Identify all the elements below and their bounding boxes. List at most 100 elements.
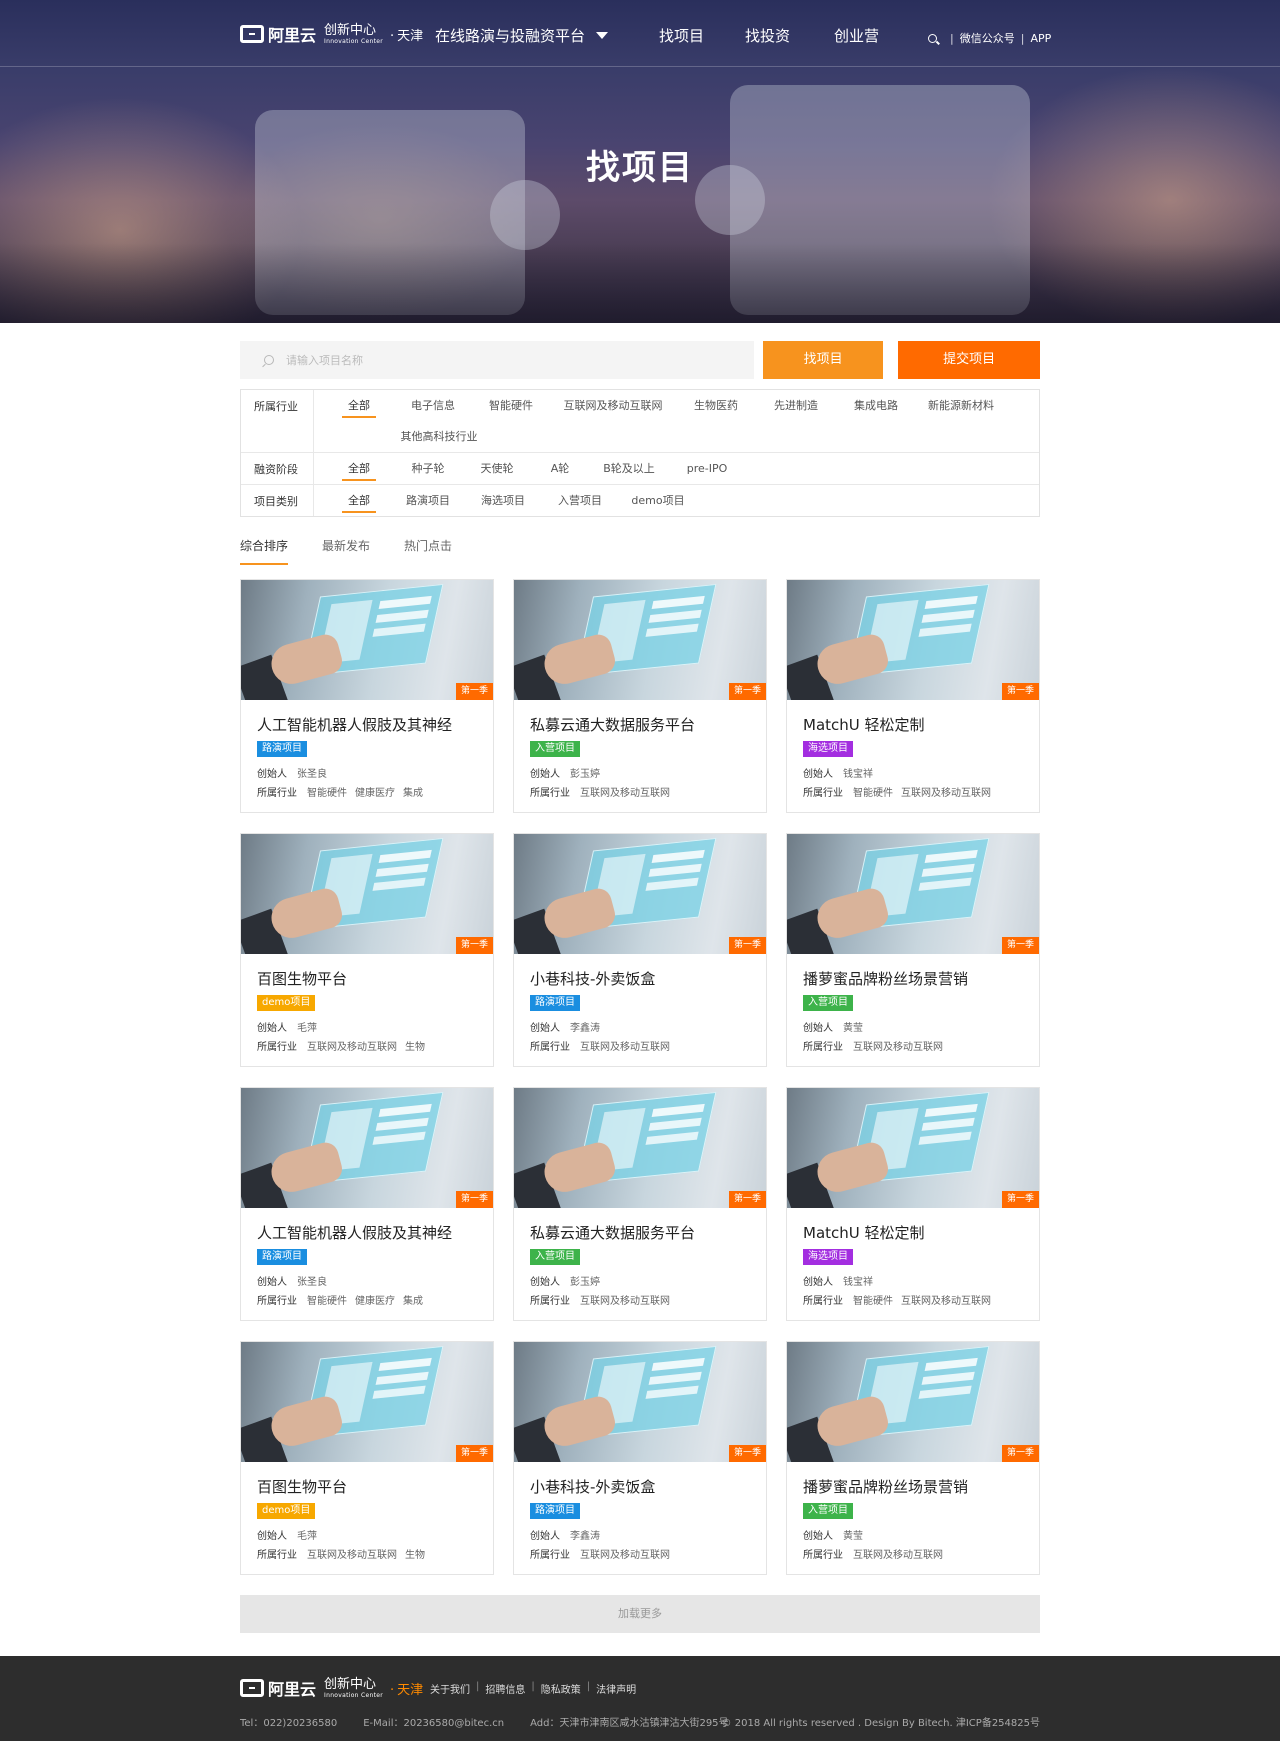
project-card[interactable]: 第一季 私募云通大数据服务平台 入营项目 创始人 彭玉婷 所属行业 互联网及移动互联… xyxy=(513,1087,767,1321)
logo-text: 阿里云 xyxy=(268,1680,317,1699)
founder-label: 创始人 xyxy=(530,1023,560,1034)
filter-option[interactable]: 智能硬件 xyxy=(472,390,550,421)
filter-option[interactable]: 天使轮 xyxy=(462,453,532,484)
project-title[interactable]: 人工智能机器人假肢及其神经 xyxy=(257,1222,493,1243)
founder-line: 创始人 李鑫涛 xyxy=(530,1527,766,1542)
founder-label: 创始人 xyxy=(530,1531,560,1542)
project-title[interactable]: 小巷科技-外卖饭盒 xyxy=(530,1476,766,1497)
tab-latest[interactable]: 最新发布 xyxy=(322,535,370,565)
project-title[interactable]: 小巷科技-外卖饭盒 xyxy=(530,968,766,989)
project-card[interactable]: 第一季 人工智能机器人假肢及其神经 路演项目 创始人 张圣良 所属行业 智能硬件 健康… xyxy=(240,1087,494,1321)
filter-option[interactable]: 路演项目 xyxy=(394,485,462,516)
founder-name: 彭玉婷 xyxy=(570,1277,600,1288)
search-icon[interactable] xyxy=(928,33,937,43)
top-navigation: 阿里云 创新中心 Innovation Center · 天津 在线路演与投融资平… xyxy=(0,0,1280,67)
search-input[interactable] xyxy=(286,353,686,367)
nav-startup-camp[interactable]: 创业营 xyxy=(834,25,879,46)
filter-option[interactable]: 电子信息 xyxy=(394,390,472,421)
submit-project-button[interactable]: 提交项目 xyxy=(898,341,1041,379)
project-card[interactable]: 第一季 MatchU 轻松定制 海选项目 创始人 钱宝祥 所属行业 智能硬件 互联网及… xyxy=(786,579,1040,813)
card-body: MatchU 轻松定制 海选项目 创始人 钱宝祥 所属行业 智能硬件 互联网及移动互联… xyxy=(787,700,1039,799)
filter-option[interactable]: 种子轮 xyxy=(394,453,462,484)
industry-value: 互联网及移动互联网 xyxy=(853,1042,943,1053)
filter-option-active[interactable]: 全部 xyxy=(324,390,394,421)
logo[interactable]: 阿里云 创新中心 Innovation Center · 天津 xyxy=(240,22,423,46)
project-card[interactable]: 第一季 小巷科技-外卖饭盒 路演项目 创始人 李鑫涛 所属行业 互联网及移动互联网 xyxy=(513,1341,767,1575)
filter-label: 所属行业 xyxy=(241,390,314,452)
founder-label: 创始人 xyxy=(530,1277,560,1288)
find-project-button[interactable]: 找项目 xyxy=(763,341,884,379)
platform-dropdown[interactable]: 在线路演与投融资平台 xyxy=(435,25,609,46)
filter-option[interactable]: 集成电路 xyxy=(836,390,916,421)
header-utilities: | 微信公众号 | APP xyxy=(928,30,1051,46)
filter-option[interactable]: 入营项目 xyxy=(544,485,616,516)
tab-hot[interactable]: 热门点击 xyxy=(404,535,452,565)
project-thumbnail: 第一季 xyxy=(241,1088,493,1208)
founder-name: 毛萍 xyxy=(297,1023,317,1034)
founder-label: 创始人 xyxy=(803,1531,833,1542)
project-category-tag: 入营项目 xyxy=(803,995,853,1011)
card-body: 播萝蜜品牌粉丝场景营销 入营项目 创始人 黄莹 所属行业 互联网及移动互联网 xyxy=(787,1462,1039,1561)
footer-link-legal[interactable]: 法律声明 xyxy=(596,1681,636,1696)
founder-label: 创始人 xyxy=(257,1531,287,1542)
footer-copyright: © 2018 All rights reserved . Design By B… xyxy=(721,1718,1040,1729)
filter-option[interactable]: B轮及以上 xyxy=(588,453,670,484)
project-title[interactable]: 私募云通大数据服务平台 xyxy=(530,714,766,735)
filter-option[interactable]: 新能源新材料 xyxy=(916,390,1006,421)
filter-option[interactable]: 先进制造 xyxy=(756,390,836,421)
footer-links: 关于我们 | 招聘信息 | 隐私政策 | 法律声明 xyxy=(430,1681,636,1696)
tab-comprehensive[interactable]: 综合排序 xyxy=(240,535,289,565)
season-badge: 第一季 xyxy=(1002,937,1039,954)
filter-option[interactable]: 互联网及移动互联网 xyxy=(550,390,676,421)
footer-link-jobs[interactable]: 招聘信息 xyxy=(485,1681,525,1696)
project-card[interactable]: 第一季 MatchU 轻松定制 海选项目 创始人 钱宝祥 所属行业 智能硬件 互联网及… xyxy=(786,1087,1040,1321)
industry-line: 所属行业 互联网及移动互联网 生物 xyxy=(257,1038,493,1053)
project-title[interactable]: 播萝蜜品牌粉丝场景营销 xyxy=(803,1476,1039,1497)
filter-option[interactable]: pre-IPO xyxy=(670,453,744,484)
filter-option[interactable]: 其他高科技行业 xyxy=(394,421,484,452)
wechat-link[interactable]: 微信公众号 xyxy=(960,30,1015,46)
aliyun-logo-icon xyxy=(240,25,264,43)
project-title[interactable]: 播萝蜜品牌粉丝场景营销 xyxy=(803,968,1039,989)
industry-line: 所属行业 互联网及移动互联网 xyxy=(530,1292,766,1307)
project-title[interactable]: 私募云通大数据服务平台 xyxy=(530,1222,766,1243)
project-card[interactable]: 第一季 人工智能机器人假肢及其神经 路演项目 创始人 张圣良 所属行业 智能硬件 健康… xyxy=(240,579,494,813)
industry-value: 互联网及移动互联网 xyxy=(580,1550,670,1561)
project-title[interactable]: 百图生物平台 xyxy=(257,968,493,989)
project-card[interactable]: 第一季 私募云通大数据服务平台 入营项目 创始人 彭玉婷 所属行业 互联网及移动互联… xyxy=(513,579,767,813)
app-link[interactable]: APP xyxy=(1030,32,1051,45)
page-title: 找项目 xyxy=(586,148,694,188)
industry-line: 所属行业 互联网及移动互联网 生物 xyxy=(257,1546,493,1561)
founder-line: 创始人 彭玉婷 xyxy=(530,1273,766,1288)
footer-link-about[interactable]: 关于我们 xyxy=(430,1681,470,1696)
filter-option[interactable]: A轮 xyxy=(532,453,588,484)
industry-line: 所属行业 智能硬件 健康医疗 集成 xyxy=(257,784,493,799)
project-card[interactable]: 第一季 播萝蜜品牌粉丝场景营销 入营项目 创始人 黄莹 所属行业 互联网及移动互联网 xyxy=(786,1341,1040,1575)
nav-find-project[interactable]: 找项目 xyxy=(659,25,704,46)
industry-value: 健康医疗 xyxy=(355,788,395,799)
filter-option-active[interactable]: 全部 xyxy=(324,453,394,484)
project-card[interactable]: 第一季 播萝蜜品牌粉丝场景营销 入营项目 创始人 黄莹 所属行业 互联网及移动互联网 xyxy=(786,833,1040,1067)
thumbnail-hand xyxy=(267,631,345,689)
project-title[interactable]: MatchU 轻松定制 xyxy=(803,714,1039,735)
project-card[interactable]: 第一季 百图生物平台 demo项目 创始人 毛萍 所属行业 互联网及移动互联网 生物 xyxy=(240,1341,494,1575)
industry-value: 智能硬件 xyxy=(853,1296,893,1307)
project-category-tag: 路演项目 xyxy=(530,995,580,1011)
load-more-button[interactable]: 加载更多 xyxy=(240,1595,1040,1633)
filter-panel: 所属行业 全部 电子信息 智能硬件 互联网及移动互联网 生物医药 先进制造 集成… xyxy=(240,389,1040,517)
project-title[interactable]: 人工智能机器人假肢及其神经 xyxy=(257,714,493,735)
founder-line: 创始人 张圣良 xyxy=(257,1273,493,1288)
project-card[interactable]: 第一季 小巷科技-外卖饭盒 路演项目 创始人 李鑫涛 所属行业 互联网及移动互联网 xyxy=(513,833,767,1067)
project-title[interactable]: 百图生物平台 xyxy=(257,1476,493,1497)
nav-find-investment[interactable]: 找投资 xyxy=(745,25,790,46)
filter-options: 全部 路演项目 海选项目 入营项目 demo项目 xyxy=(314,485,1039,516)
project-title[interactable]: MatchU 轻松定制 xyxy=(803,1222,1039,1243)
filter-option[interactable]: 海选项目 xyxy=(462,485,544,516)
project-card[interactable]: 第一季 百图生物平台 demo项目 创始人 毛萍 所属行业 互联网及移动互联网 生物 xyxy=(240,833,494,1067)
footer-logo[interactable]: 阿里云 创新中心 Innovation Center · 天津 xyxy=(240,1676,423,1700)
industry-value: 互联网及移动互联网 xyxy=(580,788,670,799)
filter-option-active[interactable]: 全部 xyxy=(324,485,394,516)
filter-option[interactable]: demo项目 xyxy=(616,485,700,516)
footer-link-privacy[interactable]: 隐私政策 xyxy=(541,1681,581,1696)
filter-option[interactable]: 生物医药 xyxy=(676,390,756,421)
